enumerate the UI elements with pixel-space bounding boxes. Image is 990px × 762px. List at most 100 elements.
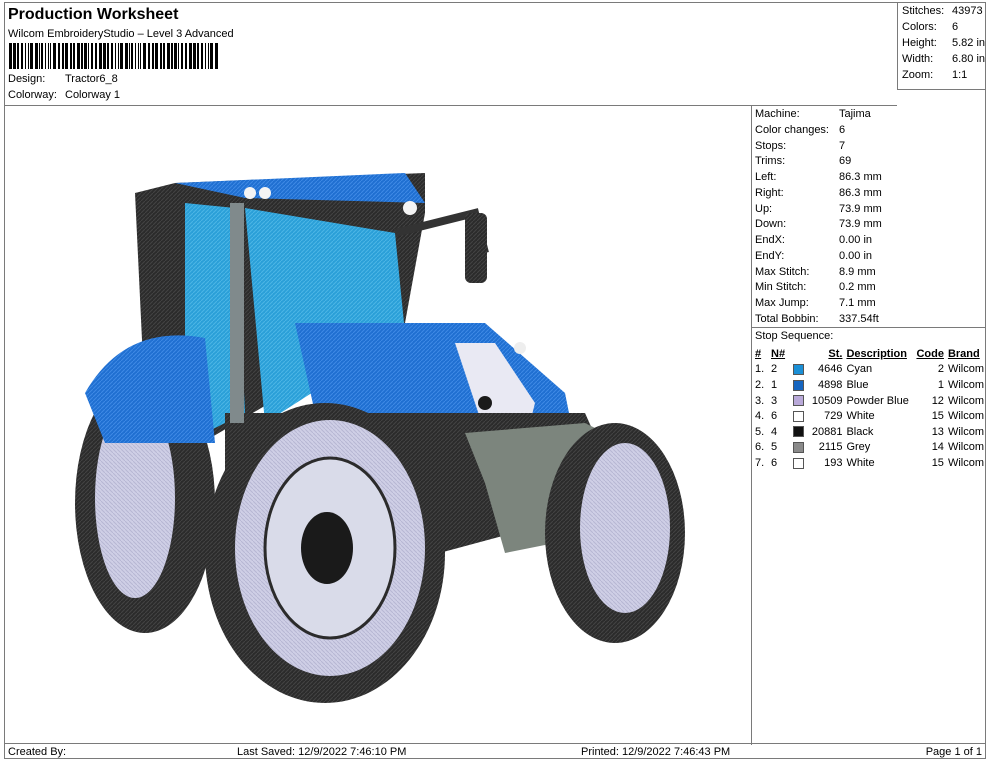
color-swatch-cell [791, 455, 807, 471]
stat-value: 6 [952, 21, 959, 33]
col-description: Description [846, 347, 907, 360]
barcode-bar [189, 43, 192, 69]
color-swatch-cell [791, 424, 807, 440]
barcode-bar [197, 43, 199, 69]
worksheet-frame: Production Worksheet Wilcom EmbroiderySt… [4, 2, 986, 759]
barcode-bar [81, 43, 83, 69]
stat-row: Width: 6.80 in [902, 53, 985, 65]
barcode-bar [62, 43, 64, 69]
color-code: 2 [937, 363, 944, 376]
stat-value: 1:1 [952, 69, 968, 81]
needle-number: 3 [771, 394, 778, 407]
color-description: Blue [846, 378, 869, 391]
stitch-count: 20881 [811, 425, 843, 438]
needle-number: 2 [771, 363, 778, 376]
col-num: # [755, 347, 762, 360]
barcode-bar [41, 43, 43, 69]
thread-brand: Wilcom [947, 378, 984, 391]
detail-value: Tajima [839, 108, 871, 120]
barcode-bar [103, 43, 106, 69]
stat-label: Height: [902, 37, 937, 49]
footer: Created By: Last Saved: 12/9/2022 7:46:1… [5, 743, 985, 759]
barcode-bar [129, 43, 130, 69]
table-row: 7. 6 193 White 15 Wilcom [753, 455, 986, 471]
color-swatch [793, 379, 804, 391]
col-stitches: St. [828, 347, 843, 360]
detail-label: Stops: [755, 140, 787, 152]
colorway-row: Colorway: Colorway 1 [8, 89, 120, 101]
barcode-bar [178, 43, 179, 69]
barcode-bar [138, 43, 139, 69]
thread-brand: Wilcom [947, 441, 984, 454]
table-row: 4. 6 729 White 15 Wilcom [753, 408, 986, 424]
barcode-bar [120, 43, 123, 69]
needle-number: 6 [771, 456, 778, 469]
page-title: Production Worksheet [8, 6, 179, 23]
needle-number: 1 [771, 378, 778, 391]
color-swatch [793, 457, 804, 469]
barcode-bar [70, 43, 72, 69]
detail-row: Max Jump: 7.1 mm [755, 297, 876, 309]
detail-value: 73.9 mm [839, 218, 882, 230]
color-swatch [793, 441, 804, 453]
barcode-bar [131, 43, 133, 69]
barcode-bar [135, 43, 136, 69]
barcode-bar [208, 43, 209, 69]
detail-row: Right: 86.3 mm [755, 187, 882, 199]
detail-value: 7.1 mm [839, 297, 876, 309]
stat-label: Stitches: [902, 5, 945, 17]
color-swatch [793, 395, 804, 407]
color-swatch-cell [791, 362, 807, 378]
barcode-bar [125, 43, 128, 69]
detail-value: 69 [839, 155, 852, 167]
barcode-bar [107, 43, 109, 69]
stat-value: 5.82 in [952, 37, 986, 49]
detail-row: Trims: 69 [755, 155, 851, 167]
barcode-bar [140, 43, 141, 69]
barcode-bar [143, 43, 146, 69]
detail-row: Max Stitch: 8.9 mm [755, 266, 876, 278]
detail-value: 86.3 mm [839, 171, 882, 183]
detail-label: Trims: [755, 155, 786, 167]
thread-brand: Wilcom [947, 425, 984, 438]
barcode-bar [160, 43, 162, 69]
color-code: 15 [931, 456, 944, 469]
detail-row: Down: 73.9 mm [755, 218, 882, 230]
color-description: White [846, 410, 875, 423]
detail-row: Min Stitch: 0.2 mm [755, 281, 876, 293]
printed-date: Printed: 12/9/2022 7:46:43 PM [581, 746, 731, 758]
barcode-bar [45, 43, 46, 69]
barcode-bar [205, 43, 206, 69]
detail-row: Total Bobbin: 337.54ft [755, 313, 879, 325]
stitch-count: 729 [824, 410, 843, 423]
detail-label: Down: [755, 218, 787, 230]
stat-label: Zoom: [902, 69, 934, 81]
detail-value: 86.3 mm [839, 187, 882, 199]
barcode-bar [35, 43, 38, 69]
detail-value: 0.00 in [839, 234, 873, 246]
page-number: Page 1 of 1 [925, 746, 982, 758]
barcode-bar [171, 43, 173, 69]
created-by: Created By: [8, 746, 67, 758]
stop-sequence-section: Stop Sequence: # N# St. Description Code… [752, 327, 986, 469]
barcode [9, 43, 221, 69]
color-code: 15 [931, 410, 944, 423]
stitch-count: 4898 [817, 378, 843, 391]
detail-label: Machine: [755, 108, 800, 120]
barcode-bar [13, 43, 16, 69]
detail-label: Min Stitch: [755, 281, 807, 293]
row-number: 4. [755, 410, 765, 423]
color-swatch [793, 410, 804, 422]
details-panel: Machine: Tajima Color changes: 6 Stops: 7 T… [751, 105, 986, 745]
barcode-bar [65, 43, 68, 69]
color-swatch [793, 426, 804, 438]
stat-row: Stitches: 43973 [902, 5, 983, 17]
detail-label: Max Jump: [755, 297, 809, 309]
stitch-count: 4646 [817, 363, 843, 376]
stat-value: 43973 [952, 5, 983, 17]
colorway-label: Colorway: [8, 89, 57, 101]
detail-label: EndY: [755, 250, 785, 262]
stat-row: Height: 5.82 in [902, 37, 985, 49]
detail-label: EndX: [755, 234, 785, 246]
color-code: 13 [931, 425, 944, 438]
